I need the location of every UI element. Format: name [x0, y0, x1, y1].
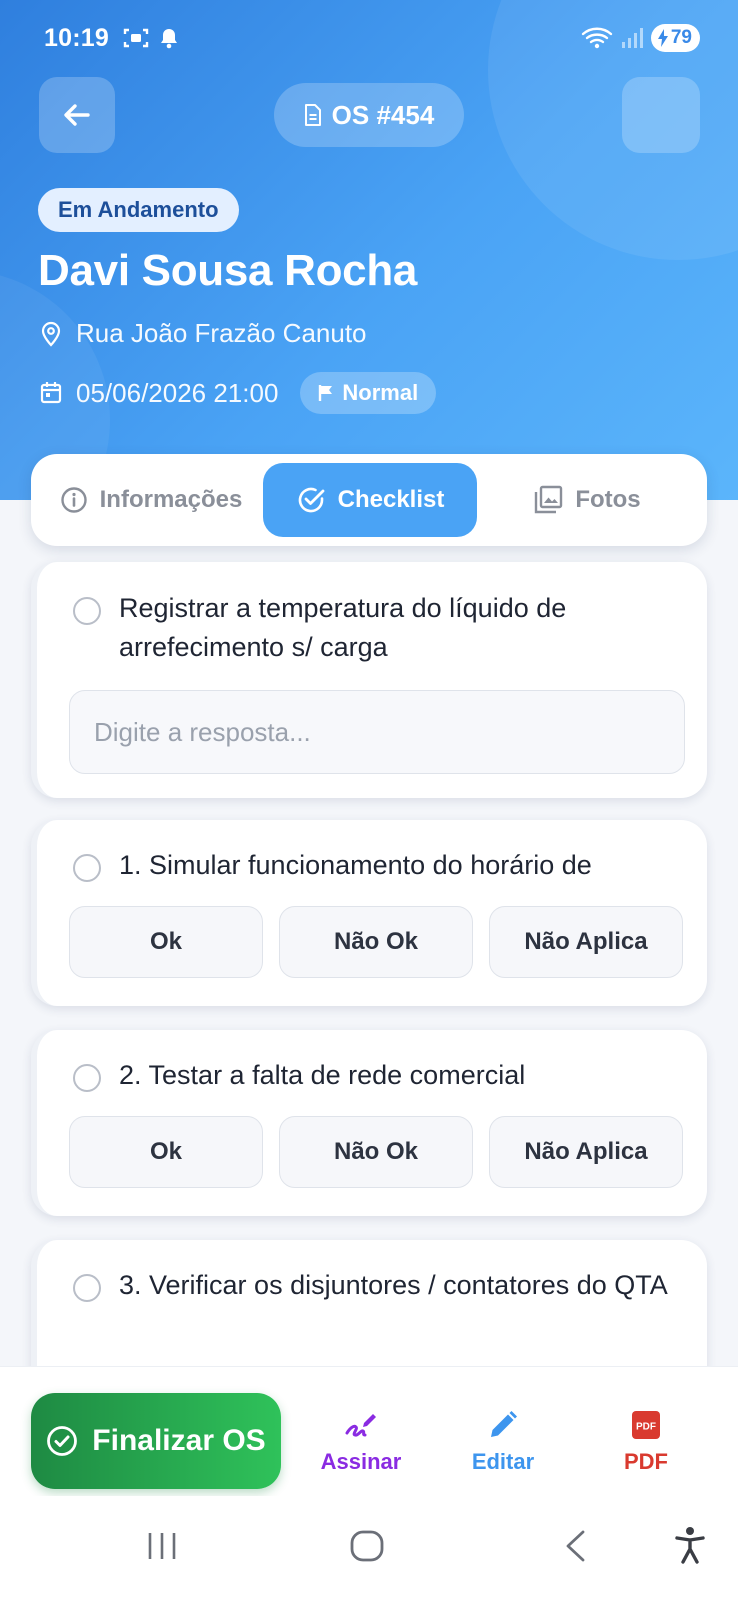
- tab-informacoes[interactable]: Informações: [39, 463, 263, 537]
- option-nao-aplica-button[interactable]: Não Aplica: [489, 1116, 683, 1188]
- document-icon: [304, 104, 321, 126]
- system-navigation-bar: [0, 1496, 738, 1600]
- sign-label: Assinar: [320, 1449, 402, 1474]
- location-pin-icon: [41, 321, 61, 347]
- checklist-content: Registrar a temperatura do líquido de ar…: [0, 546, 738, 1366]
- signature-icon: [345, 1414, 376, 1437]
- answer-input[interactable]: [69, 690, 685, 774]
- tab-label: Checklist: [337, 486, 445, 513]
- priority-badge: Normal: [300, 372, 437, 414]
- schedule-datetime: 05/06/2026 21:00: [76, 377, 279, 408]
- back-button[interactable]: [39, 77, 115, 153]
- tab-checklist[interactable]: Checklist: [263, 463, 477, 537]
- option-group: Ok Não Ok Não Aplica: [69, 1116, 683, 1188]
- flag-icon: [319, 385, 333, 401]
- pdf-button[interactable]: PDF PDF: [586, 1409, 706, 1475]
- question-text: 2. Testar a falta de rede comercial: [119, 1060, 526, 1090]
- wifi-icon: [581, 27, 613, 49]
- tab-label: Informações: [99, 486, 243, 513]
- item-status-radio[interactable]: [73, 597, 101, 625]
- option-nao-ok-button[interactable]: Não Ok: [279, 906, 473, 978]
- item-status-radio[interactable]: [73, 1274, 101, 1302]
- finalize-label: Finalizar OS: [92, 1424, 266, 1457]
- calendar-icon: [40, 382, 62, 404]
- pdf-icon: PDF: [632, 1411, 660, 1439]
- screenshot-icon: [123, 28, 149, 48]
- checklist-item: 1. Simular funcionamento do horário de O…: [31, 820, 707, 1006]
- os-number: OS #454: [331, 99, 435, 130]
- checklist-item: 3. Verificar os disjuntores / contatores…: [31, 1240, 707, 1366]
- back-nav-icon[interactable]: [563, 1530, 587, 1562]
- edit-button[interactable]: Editar: [443, 1409, 563, 1475]
- svg-text:PDF: PDF: [636, 1422, 656, 1433]
- question-text: Registrar a temperatura do líquido de ar…: [119, 593, 567, 662]
- info-icon: [60, 487, 87, 513]
- os-header: 10:19 79 OS #454 Em Andamento Davi Sousa…: [0, 0, 738, 500]
- bell-icon: [160, 29, 177, 49]
- sign-button[interactable]: Assinar: [301, 1409, 421, 1475]
- pdf-label: PDF: [624, 1449, 668, 1474]
- option-group: Ok Não Ok Não Aplica: [69, 906, 683, 978]
- header-action-button[interactable]: [622, 77, 700, 153]
- schedule-row: 05/06/2026 21:00 Normal: [40, 372, 437, 414]
- check-circle-icon: [47, 1426, 78, 1456]
- pencil-icon: [491, 1411, 517, 1437]
- option-nao-aplica-button[interactable]: Não Aplica: [489, 906, 683, 978]
- status-bar: 10:19 79: [44, 18, 700, 58]
- edit-label: Editar: [471, 1449, 535, 1474]
- question-text: 1. Simular funcionamento do horário de: [119, 850, 592, 880]
- accessibility-icon[interactable]: [674, 1526, 706, 1564]
- action-bar: Finalizar OS Assinar Editar PDF PDF: [0, 1366, 738, 1496]
- priority-label: Normal: [342, 380, 419, 405]
- recent-apps-icon[interactable]: [146, 1530, 178, 1562]
- item-status-radio[interactable]: [73, 1064, 101, 1092]
- option-ok-button[interactable]: Ok: [69, 1116, 263, 1188]
- option-nao-ok-button[interactable]: Não Ok: [279, 1116, 473, 1188]
- home-icon[interactable]: [350, 1530, 384, 1562]
- battery-level: 79: [670, 27, 692, 48]
- finalize-os-button[interactable]: Finalizar OS: [31, 1393, 281, 1489]
- option-ok-button[interactable]: Ok: [69, 906, 263, 978]
- address-row: Rua João Frazão Canuto: [40, 318, 367, 349]
- checklist-item: 2. Testar a falta de rede comercial Ok N…: [31, 1030, 707, 1216]
- tab-fotos[interactable]: Fotos: [477, 463, 697, 537]
- battery-indicator: 79: [650, 24, 700, 52]
- status-badge: Em Andamento: [38, 188, 239, 232]
- check-circle-icon: [298, 487, 325, 513]
- os-number-pill: OS #454: [274, 83, 464, 147]
- question-text: 3. Verificar os disjuntores / contatores…: [119, 1270, 668, 1300]
- client-name: Davi Sousa Rocha: [38, 246, 418, 295]
- tab-bar: Informações Checklist Fotos: [31, 454, 707, 546]
- signal-icon: [621, 28, 643, 48]
- charging-icon: [657, 29, 668, 47]
- checklist-item: Registrar a temperatura do líquido de ar…: [31, 562, 707, 798]
- tab-label: Fotos: [575, 486, 641, 513]
- item-status-radio[interactable]: [73, 854, 101, 882]
- status-time: 10:19: [44, 23, 109, 52]
- photo-library-icon: [535, 485, 563, 514]
- arrow-left-icon: [64, 104, 90, 126]
- address-text: Rua João Frazão Canuto: [76, 318, 367, 348]
